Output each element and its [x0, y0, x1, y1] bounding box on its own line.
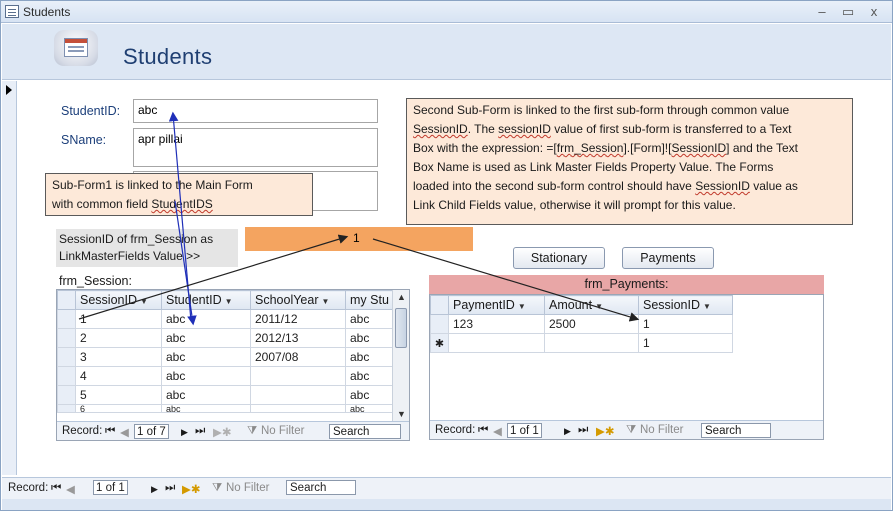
- first-record-icon[interactable]: ⏮: [105, 425, 115, 438]
- record-position-field[interactable]: 1 of 7: [134, 424, 169, 439]
- subform2-navigation-bar: Record: ⏮ ◀ 1 of 1 ▶ ⏭ ▶✱ ⧩ No Filter Se…: [430, 420, 823, 439]
- search-input[interactable]: Search: [329, 424, 401, 439]
- select-all-corner[interactable]: [57, 290, 76, 310]
- title-bar: Students – ▭ x: [1, 1, 892, 23]
- sort-dropdown-icon: ▼: [224, 297, 233, 306]
- previous-record-icon[interactable]: ◀: [493, 424, 502, 438]
- table-row[interactable]: 6 abc abc: [57, 404, 394, 413]
- new-record-icon: ✱: [430, 333, 449, 353]
- record-label: Record:: [435, 424, 476, 436]
- form-header: Students: [2, 24, 891, 80]
- next-record-icon[interactable]: ▶: [151, 484, 158, 495]
- filter-icon[interactable]: ⧩: [247, 425, 257, 438]
- payments-button[interactable]: Payments: [622, 247, 714, 269]
- search-input[interactable]: Search: [286, 480, 356, 495]
- previous-record-icon[interactable]: ◀: [66, 482, 75, 496]
- previous-record-icon[interactable]: ◀: [120, 425, 129, 439]
- current-record-icon: [6, 85, 12, 95]
- frm-session-subform: SessionID ▼ StudentID ▼ SchoolYear ▼ my Stu…: [56, 289, 410, 441]
- table-row[interactable]: 123 2500 1: [430, 314, 733, 334]
- sort-dropdown-icon: ▼: [702, 302, 711, 311]
- table-row[interactable]: 2 abc 2012/13 abc: [57, 328, 394, 348]
- subform1-caption: frm_Session:: [59, 274, 132, 288]
- scroll-thumb[interactable]: [395, 308, 407, 348]
- sname-field[interactable]: apr pillai: [133, 128, 378, 167]
- record-position-field[interactable]: 1 of 1: [93, 480, 128, 495]
- column-header-sessionid[interactable]: SessionID ▼: [75, 290, 162, 310]
- note-subform2-link: Second Sub-Form is linked to the first s…: [406, 98, 853, 225]
- new-record-icon[interactable]: ▶✱: [213, 425, 231, 439]
- record-label: Record:: [8, 482, 49, 494]
- no-filter-button[interactable]: No Filter: [261, 425, 304, 437]
- subform2-caption: frm_Payments:: [429, 275, 824, 294]
- record-position-field[interactable]: 1 of 1: [507, 423, 542, 438]
- note-subform1-link: Sub-Form1 is linked to the Main Form wit…: [45, 173, 313, 216]
- subform1-vertical-scrollbar[interactable]: ▲ ▼: [392, 290, 409, 421]
- search-input[interactable]: Search: [701, 423, 771, 438]
- sname-label: SName:: [61, 133, 107, 147]
- last-record-icon[interactable]: ⏭: [165, 482, 175, 495]
- sort-dropdown-icon: ▼: [595, 302, 604, 311]
- last-record-icon[interactable]: ⏭: [195, 425, 205, 438]
- maximize-button[interactable]: ▭: [835, 3, 861, 20]
- window-bottom-border: [2, 499, 891, 510]
- column-header-amount[interactable]: Amount ▼: [544, 295, 639, 315]
- last-record-icon[interactable]: ⏭: [578, 424, 588, 437]
- column-header-schoolyear[interactable]: SchoolYear ▼: [250, 290, 346, 310]
- form-icon: [54, 30, 98, 66]
- next-record-icon[interactable]: ▶: [181, 427, 188, 438]
- no-filter-button[interactable]: No Filter: [226, 482, 269, 494]
- sort-dropdown-icon: ▼: [139, 297, 148, 306]
- next-record-icon[interactable]: ▶: [564, 426, 571, 437]
- stationary-button[interactable]: Stationary: [513, 247, 605, 269]
- table-row[interactable]: 1 abc 2011/12 abc: [57, 309, 394, 329]
- column-header-mystu[interactable]: my Stu: [345, 290, 394, 310]
- student-id-field[interactable]: abc: [133, 99, 378, 123]
- column-header-studentid[interactable]: StudentID ▼: [161, 290, 251, 310]
- form-window-icon: [5, 5, 19, 18]
- student-id-label: StudentID:: [61, 104, 121, 118]
- scroll-up-icon: ▲: [397, 292, 406, 302]
- record-label: Record:: [62, 425, 103, 437]
- filter-icon[interactable]: ⧩: [212, 482, 222, 495]
- new-record-icon[interactable]: ▶✱: [596, 424, 614, 438]
- main-navigation-bar: Record: ⏮ ◀ 1 of 1 ▶ ⏭ ▶✱ ⧩ No Filter Se…: [2, 477, 891, 499]
- new-record-icon[interactable]: ▶✱: [182, 482, 200, 496]
- link-master-label: SessionID of frm_Session as LinkMasterFi…: [56, 229, 238, 267]
- filter-icon[interactable]: ⧩: [626, 424, 636, 437]
- window-title: Students: [23, 5, 71, 19]
- minimize-button[interactable]: –: [809, 3, 835, 20]
- sort-dropdown-icon: ▼: [321, 297, 330, 306]
- frm-payments-subform: PaymentID ▼ Amount ▼ SessionID ▼ 123 2500 1 ✱…: [429, 294, 824, 440]
- table-row[interactable]: 3 abc 2007/08 abc: [57, 347, 394, 367]
- no-filter-button[interactable]: No Filter: [640, 424, 683, 436]
- table-row[interactable]: 5 abc abc: [57, 385, 394, 405]
- first-record-icon[interactable]: ⏮: [478, 424, 488, 437]
- note1-line1: Sub-Form1 is linked to the Main Form: [52, 178, 253, 192]
- select-all-corner[interactable]: [430, 295, 449, 315]
- first-record-icon[interactable]: ⏮: [51, 482, 61, 495]
- table-row[interactable]: 4 abc abc: [57, 366, 394, 386]
- access-form-window: Students – ▭ x Students StudentID: abc S…: [0, 0, 893, 511]
- form-title: Students: [123, 44, 213, 69]
- record-selector[interactable]: [2, 81, 17, 475]
- link-master-value: 1: [353, 231, 360, 245]
- scroll-down-icon: ▼: [397, 409, 406, 419]
- new-record-row[interactable]: ✱ 1: [430, 333, 733, 353]
- sort-dropdown-icon: ▼: [517, 302, 526, 311]
- close-button[interactable]: x: [861, 3, 887, 20]
- column-header-paymentid[interactable]: PaymentID ▼: [448, 295, 545, 315]
- subform1-navigation-bar: Record: ⏮ ◀ 1 of 7 ▶ ⏭ ▶✱ ⧩ No Filter Se…: [57, 421, 409, 440]
- link-master-textbox[interactable]: 1: [245, 227, 473, 251]
- column-header-sessionid[interactable]: SessionID ▼: [638, 295, 733, 315]
- note1-line2: with common field StudentIDS: [52, 197, 213, 211]
